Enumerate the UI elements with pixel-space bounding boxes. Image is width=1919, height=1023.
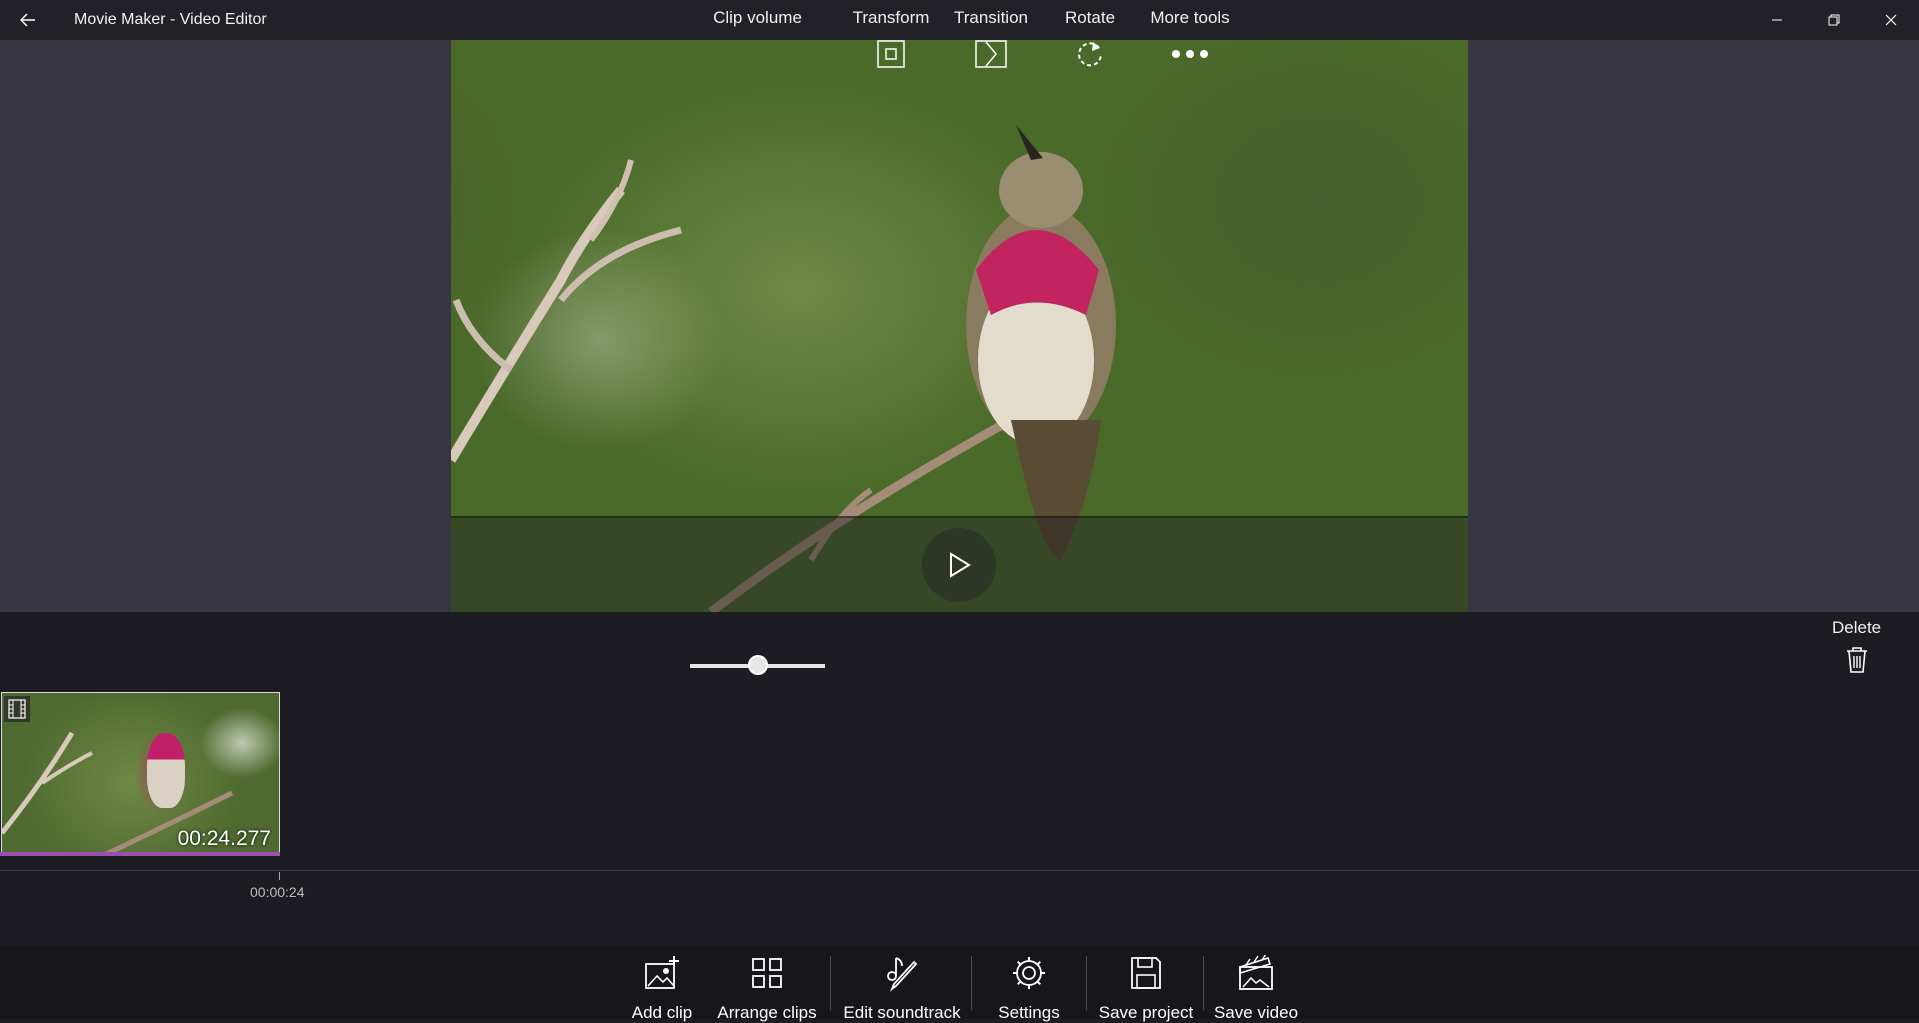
save-video-label: Save video [1213,1003,1299,1022]
add-clip-button[interactable]: Add clip [627,953,697,1023]
add-clip-icon [645,956,679,989]
transform-button[interactable]: Transform [846,8,936,70]
separator [971,956,972,1010]
close-icon [1885,14,1896,26]
window-title: Movie Maker - Video Editor [74,11,267,28]
minimize-icon [1771,19,1782,21]
clip-volume-tool: Clip volume [690,8,825,28]
video-preview[interactable] [451,40,1468,612]
transform-label: Transform [852,8,930,27]
restore-icon [1828,14,1839,26]
rotate-button[interactable]: Rotate [1045,8,1135,70]
clip-selection-indicator [0,852,280,856]
arrange-clips-button[interactable]: Arrange clips [711,953,823,1023]
trash-icon [1846,647,1867,673]
save-video-button[interactable]: Save video [1211,953,1301,1023]
music-note-pen-icon [887,957,918,992]
restore-button[interactable] [1805,0,1862,40]
clip-thumbnail-bird [147,733,185,808]
minimize-button[interactable] [1748,0,1805,40]
save-project-label: Save project [1098,1003,1194,1022]
clip-volume-slider-thumb[interactable] [748,655,768,675]
clip-volume-label: Clip volume [713,8,802,27]
close-button[interactable] [1862,0,1919,40]
settings-button[interactable]: Settings [989,953,1069,1023]
preview-area [0,40,1919,612]
timeline-ruler [0,870,1919,871]
film-strip-icon [8,699,26,719]
arrange-clips-label: Arrange clips [717,1003,817,1022]
transform-icon [877,40,905,68]
separator [1086,956,1087,1010]
clip-toolbar [0,612,1919,694]
more-tools-button[interactable]: More tools [1140,8,1240,70]
more-tools-label: More tools [1150,8,1230,27]
play-icon [950,552,971,578]
delete-label: Delete [1832,618,1882,637]
gear-icon [1013,957,1045,989]
transition-icon [975,40,1007,68]
clip-duration: 00:24.277 [177,827,271,850]
floppy-disk-icon [1131,957,1161,989]
edit-soundtrack-button[interactable]: Edit soundtrack [839,953,965,1023]
transition-button[interactable]: Transition [946,8,1036,70]
timeline [0,694,1919,946]
back-arrow-icon [20,13,35,27]
clapperboard-icon [1239,955,1273,990]
timeline-tick-label: 00:00:24 [250,884,305,900]
rotate-label: Rotate [1064,8,1116,27]
edit-soundtrack-label: Edit soundtrack [843,1003,961,1022]
separator [1203,956,1204,1010]
delete-button[interactable]: Delete [1832,618,1881,674]
play-button[interactable] [922,528,996,602]
transition-label: Transition [953,8,1028,27]
separator [830,956,831,1010]
settings-label: Settings [998,1003,1060,1022]
arrange-grid-icon [752,958,782,988]
save-project-button[interactable]: Save project [1096,953,1196,1023]
clip-film-badge [4,696,30,722]
add-clip-label: Add clip [631,1003,693,1022]
timeline-clip[interactable]: 00:24.277 [1,692,280,855]
rotate-icon [1078,42,1102,67]
back-button[interactable] [0,0,56,40]
more-dots-icon [1172,50,1208,58]
timeline-tick [279,872,280,880]
